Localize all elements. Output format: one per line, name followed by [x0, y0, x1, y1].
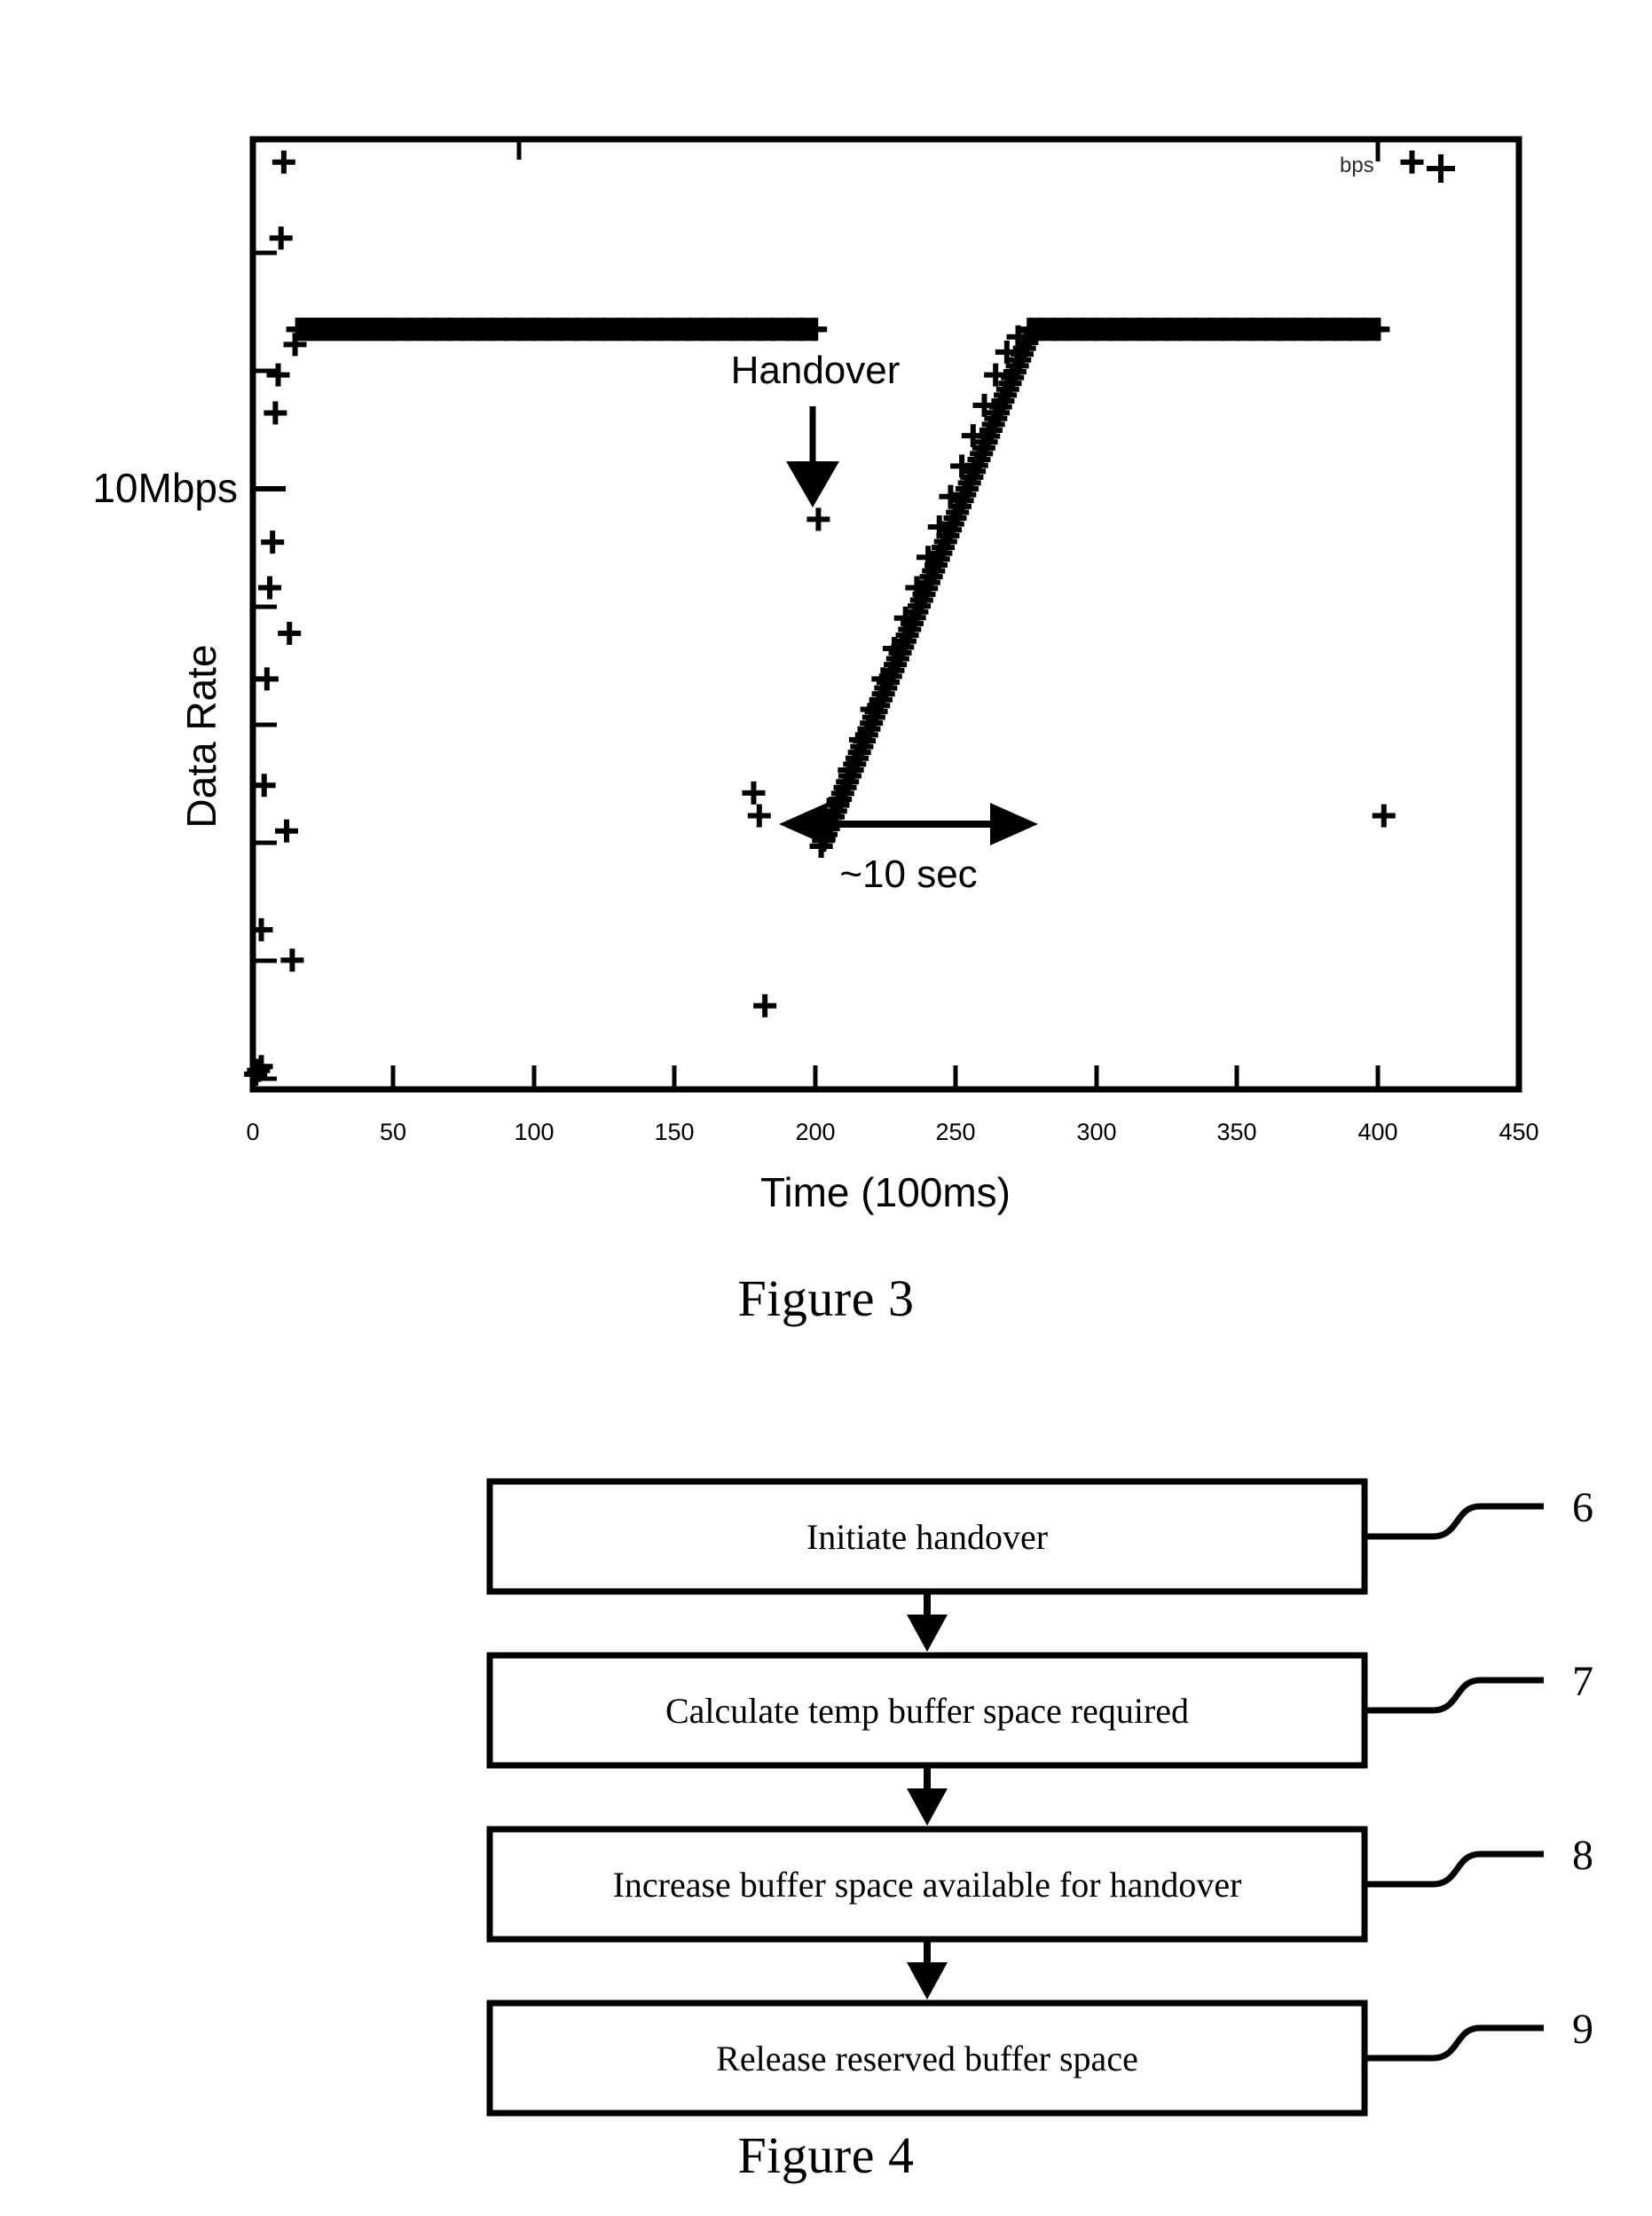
- leader-line-7: [1365, 1677, 1544, 1714]
- x-tick-label: 150: [654, 1119, 694, 1145]
- data-point-marker: [742, 781, 766, 805]
- legend-label: bps: [1340, 153, 1374, 177]
- x-tick-label: 350: [1216, 1119, 1256, 1145]
- x-axis-top-ticks: [516, 139, 1381, 161]
- data-point-marker: [269, 226, 293, 250]
- data-point-marker: [747, 804, 771, 828]
- recovery-duration-annotation: ~10 sec: [779, 803, 1038, 896]
- data-point-marker: [264, 401, 287, 425]
- data-point-marker: [806, 507, 830, 531]
- x-tick-label: 200: [795, 1119, 835, 1145]
- reference-number-9: 9: [1572, 2006, 1593, 2053]
- figure-3-container: 0 50 100 150 200 250 300 350 400 450 10M…: [0, 0, 1652, 1384]
- x-tick-label: 100: [514, 1119, 554, 1145]
- data-point-marker: [258, 576, 282, 600]
- plot-frame: [249, 136, 1522, 1093]
- handover-buffer-flowchart: Initiate handover 6 Calculate temp buffe…: [486, 1478, 1593, 2117]
- arrow-head-icon: [907, 1962, 948, 2000]
- x-tick-label: 250: [935, 1119, 975, 1145]
- flow-arrow-1-2: [907, 1591, 948, 1652]
- data-point-marker: [266, 363, 290, 387]
- recovery-duration-label: ~10 sec: [839, 853, 977, 896]
- x-tick-label: 450: [1499, 1119, 1538, 1145]
- figure-4-caption: Figure 4: [737, 2126, 915, 2184]
- arrow-head-icon: [907, 1615, 948, 1652]
- figure-4-container: Initiate handover 6 Calculate temp buffe…: [0, 1473, 1652, 2129]
- reference-number-8: 8: [1572, 1832, 1593, 1879]
- duration-arrow-head-left-icon: [779, 803, 827, 845]
- data-point-marker: [278, 621, 302, 645]
- flow-box-4-label: Release reserved buffer space: [716, 2039, 1138, 2078]
- x-tick-label: 300: [1076, 1119, 1116, 1145]
- duration-arrow-head-right-icon: [990, 803, 1038, 845]
- figure-3-caption: Figure 3: [737, 1269, 915, 1327]
- legend-marker-icon: [1427, 154, 1455, 183]
- flow-step-2[interactable]: Calculate temp buffer space required: [486, 1652, 1368, 1769]
- handover-arrow-head-icon: [786, 461, 839, 507]
- flow-step-4[interactable]: Release reserved buffer space: [486, 2000, 1368, 2117]
- handover-annotation: Handover: [731, 349, 901, 507]
- x-axis-title: Time (100ms): [760, 1169, 1011, 1215]
- y-axis-title: Data Rate: [178, 644, 224, 828]
- data-point-marker: [255, 667, 279, 691]
- scatter-data-points: [244, 150, 1424, 1086]
- data-point-marker: [261, 530, 285, 554]
- data-point-marker: [1372, 804, 1396, 828]
- data-rate-chart: 0 50 100 150 200 250 300 350 400 450 10M…: [92, 136, 1539, 1215]
- data-point-marker: [753, 994, 777, 1018]
- reference-number-6: 6: [1572, 1484, 1593, 1531]
- data-point-marker: [1400, 150, 1424, 174]
- flow-step-3[interactable]: Increase buffer space available for hand…: [486, 1826, 1368, 1943]
- x-tick-labels: 0 50 100 150 200 250 300 350 400 450: [246, 1119, 1538, 1145]
- data-point-marker: [271, 150, 295, 174]
- reference-number-7: 7: [1572, 1658, 1593, 1705]
- data-point-marker: [252, 774, 276, 798]
- arrow-head-icon: [907, 1788, 948, 1826]
- leader-line-6: [1365, 1503, 1544, 1540]
- flow-arrow-2-3: [907, 1765, 948, 1826]
- flow-step-1[interactable]: Initiate handover: [486, 1478, 1368, 1595]
- x-tick-label: 50: [380, 1119, 406, 1145]
- x-axis-ticks: [250, 1065, 1522, 1089]
- flow-box-1-label: Initiate handover: [806, 1517, 1048, 1557]
- handover-label: Handover: [731, 349, 901, 392]
- x-tick-label: 0: [246, 1119, 259, 1145]
- x-tick-label: 400: [1357, 1119, 1397, 1145]
- flow-box-2-label: Calculate temp buffer space required: [665, 1691, 1189, 1731]
- y-marker-label: 10Mbps: [92, 465, 238, 511]
- flow-box-3-label: Increase buffer space available for hand…: [613, 1865, 1242, 1905]
- data-point-marker: [280, 948, 304, 972]
- data-point-marker: [275, 819, 299, 843]
- leader-line-8: [1365, 1851, 1544, 1888]
- flow-arrow-3-4: [907, 1939, 948, 2000]
- leader-line-9: [1365, 2024, 1544, 2062]
